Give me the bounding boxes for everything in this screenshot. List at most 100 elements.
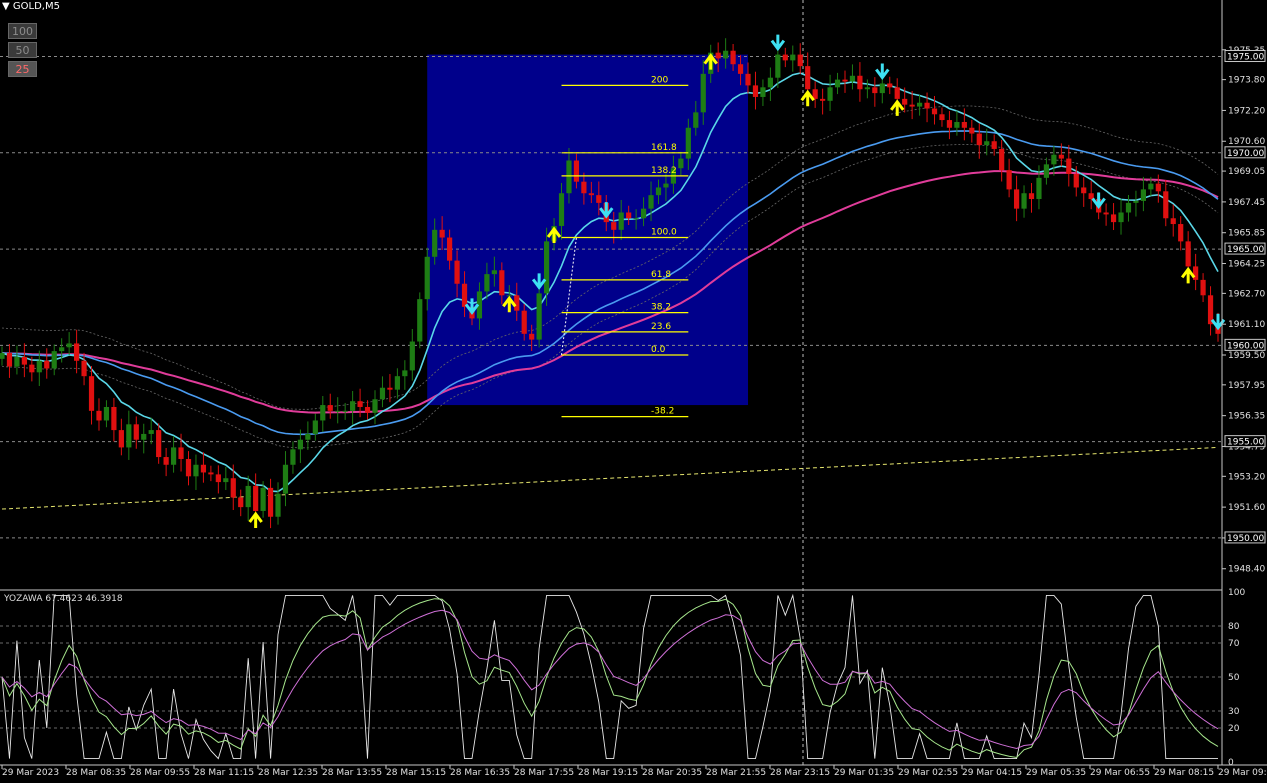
candle-body: [1163, 191, 1169, 219]
candle-body: [163, 457, 169, 465]
candle-body: [931, 108, 938, 115]
oscillator-tick-label: 30: [1228, 707, 1240, 717]
candle-body: [1028, 193, 1035, 200]
oscillator-tick-label: 0: [1228, 758, 1234, 768]
time-axis-label: 29 Mar 06:55: [1090, 768, 1150, 778]
fibonacci-level-label: 100.0: [651, 228, 677, 238]
candle-body: [74, 343, 80, 361]
candle-body: [133, 424, 139, 440]
time-axis-label: 29 Mar 05:35: [1026, 768, 1086, 778]
price-level-label: 1975.00: [1227, 53, 1264, 63]
price-level-label: 1950.00: [1227, 534, 1264, 544]
candle-body: [156, 430, 162, 458]
time-axis-label: 29 Mar 09:35: [1218, 768, 1267, 778]
time-axis-label: 28 Mar 20:35: [642, 768, 702, 778]
candle-body: [387, 387, 393, 390]
candle-body: [1021, 193, 1027, 209]
candle-body: [297, 439, 304, 450]
oscillator-label: YOZAWA 67.4623 46.3918: [4, 594, 123, 604]
candle-body: [185, 458, 192, 477]
candle-body: [484, 274, 490, 292]
fibonacci-level-label: 23.6: [651, 322, 671, 332]
candle-body: [693, 112, 699, 128]
candle-body: [275, 493, 281, 517]
candle-body: [999, 148, 1005, 171]
candle-body: [335, 410, 341, 412]
candle-body: [1073, 173, 1079, 188]
candle-body: [1140, 189, 1146, 201]
candle-body: [797, 54, 803, 67]
time-axis-label: 28 Mar 11:15: [194, 768, 254, 778]
zoom-button-50[interactable]: 50: [8, 42, 37, 58]
candle-body: [640, 208, 647, 219]
candle-body: [432, 229, 438, 257]
price-level-label: 1955.00: [1227, 438, 1264, 448]
candle-body: [969, 127, 975, 134]
candle-body: [663, 183, 669, 188]
oscillator-tick-label: 80: [1228, 622, 1240, 632]
candle-body: [245, 485, 251, 508]
candle-body: [1066, 158, 1072, 174]
candle-body: [902, 98, 908, 105]
time-axis-label: 29 Mar 02:55: [898, 768, 958, 778]
price-level-label: 1960.00: [1227, 341, 1264, 351]
candle-body: [1155, 183, 1161, 192]
fibonacci-box: [427, 54, 749, 406]
chart-window[interactable]: 200 161.8 138.2 100.0 61.8 38.2 23.6 0.0 -38.2 1…: [0, 0, 1267, 779]
candle-body: [417, 299, 423, 342]
candle-body: [372, 399, 378, 413]
candle-body: [193, 464, 199, 477]
candle-body: [178, 447, 184, 459]
down-arrow-icon: [875, 63, 890, 80]
candle-body: [514, 295, 520, 311]
dropdown-triangle-icon[interactable]: ▼: [2, 1, 10, 12]
candle-body: [238, 497, 244, 508]
candle-body: [1081, 187, 1087, 194]
up-arrow-icon: [890, 99, 905, 116]
candle-body: [6, 353, 13, 367]
price-tick-label: 1951.60: [1228, 503, 1265, 513]
candle-body: [946, 120, 953, 128]
price-level-label: 1970.00: [1227, 149, 1264, 159]
candle-body: [573, 160, 580, 182]
candle-body: [36, 360, 42, 373]
candle-body: [253, 485, 259, 511]
candle-body: [208, 472, 214, 475]
price-tick-label: 1959.50: [1228, 351, 1265, 361]
candle-body: [782, 54, 788, 61]
candle-body: [730, 50, 736, 65]
price-chart[interactable]: 200161.8138.2100.061.838.223.60.0-38.2 1…: [0, 0, 1267, 779]
candle-body: [282, 464, 289, 494]
candle-body: [1170, 218, 1176, 225]
oscillator-tick-label: 50: [1228, 673, 1240, 683]
oscillator-tick-label: 70: [1228, 639, 1240, 649]
zoom-button-25[interactable]: 25: [8, 61, 37, 77]
candle-body: [834, 79, 841, 88]
candle-body: [223, 478, 229, 483]
candle-body: [648, 195, 654, 209]
time-axis-label: 28 Mar 21:55: [706, 768, 766, 778]
candle-body: [1178, 224, 1184, 242]
candle-body: [148, 430, 154, 434]
fibonacci-level-label: 200: [651, 75, 668, 85]
price-level-label: 1965.00: [1227, 245, 1264, 255]
time-axis-label: 28 Mar 17:55: [514, 768, 574, 778]
candle-body: [96, 410, 102, 421]
candle-body: [51, 351, 57, 369]
candle-body: [379, 387, 386, 400]
candle-body: [350, 401, 356, 411]
candle-body: [820, 98, 826, 101]
candle-body: [1185, 241, 1191, 267]
candle-body: [894, 87, 900, 99]
candle-body: [1058, 154, 1064, 159]
time-axis-label: 29 Mar 01:35: [834, 768, 894, 778]
zoom-button-100[interactable]: 100: [8, 23, 37, 39]
candle-body: [1036, 177, 1042, 200]
candle-body: [394, 376, 400, 390]
candle-body: [723, 50, 729, 59]
symbol-timeframe: GOLD,M5: [12, 1, 60, 12]
candle-body: [1148, 183, 1154, 190]
candle-body: [543, 241, 550, 294]
candle-body: [536, 293, 542, 340]
fibonacci-level-label: 0.0: [651, 345, 666, 355]
